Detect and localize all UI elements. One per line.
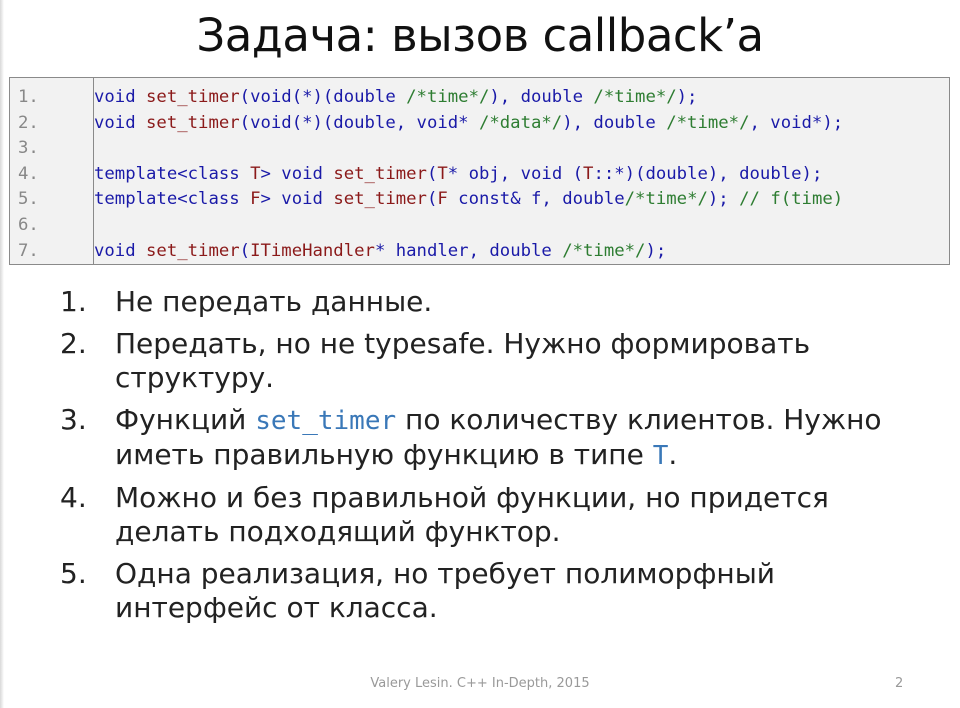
code-token: ), double [489,87,594,107]
code-token: * obj, void ( [447,163,584,184]
code-token: template<class [94,189,251,210]
line-number: 3. [18,138,39,159]
list-number: 2. [60,327,87,360]
code-token: ); [707,189,740,210]
code-line: 2. void set_timer(void(*)(double, void* /… [10,111,949,136]
code-text: template<class T> void set_timer(T* obj,… [94,162,822,187]
page-number: 2 [895,676,904,691]
code-token: ); [645,240,667,261]
code-token: , void*); [749,112,844,133]
code-token: F [437,189,448,210]
code-token: T [437,163,448,184]
code-token: void [94,112,147,133]
code-token: /*time*/ [666,112,750,133]
code-line: 1. void set_timer(void(*)(double /*time*/… [10,85,949,110]
code-token: ::*)(double), double); [593,163,823,184]
code-token: (void(*)(double, void* [239,112,479,133]
line-number: 1. [18,87,39,107]
code-line: 6. [10,213,949,238]
code-token: void [94,240,147,261]
code-token: T [250,163,261,184]
line-number: 2. [18,112,39,133]
list-item: 5. Одна реализация, но требует полиморфн… [60,557,940,625]
line-number: 7. [18,240,39,261]
code-line: 3. [10,136,949,161]
code-token: * handler, double [374,240,563,261]
code-token: /*time*/ [624,189,708,210]
code-token: /*time*/ [593,87,677,107]
code-token: ( [426,163,438,184]
code-text: void set_timer(void(*)(double, void* /*d… [94,111,843,136]
list-text: Передать, но не typesafe. Нужно формиров… [115,327,811,394]
code-token: /*time*/ [406,87,490,107]
list-item: 4. Можно и без правильной функции, но пр… [60,481,940,549]
code-token: const& f, double [447,189,625,210]
code-text: void set_timer(void(*)(double /*time*/),… [94,85,697,110]
code-text: void set_timer(ITimeHandler* handler, do… [94,239,666,264]
list-number: 5. [60,557,87,590]
code-line: 5. template<class F> void set_timer(F con… [10,187,949,212]
code-token: ), double [562,112,667,133]
code-token: void [94,87,147,107]
code-token: set_timer [146,112,240,133]
code-token: template<class [94,163,251,184]
code-token: ( [426,189,438,210]
list-number: 1. [60,285,87,318]
code-token: set_timer [146,240,240,261]
code-token: F [250,189,261,210]
code-token: > void [260,189,334,210]
code-token: set_timer [333,163,427,184]
list-item: 3. Функций set_timer по количеству клиен… [60,403,940,473]
code-token: set_timer [333,189,427,210]
list-text-part: Функций [115,403,256,436]
code-line: 4. template<class T> void set_timer(T* ob… [10,162,949,187]
code-token: ); [676,87,698,107]
list-text-part: . [668,438,678,471]
footer-text: Valery Lesin. C++ In-Depth, 2015 [370,676,590,691]
line-number: 5. [18,189,39,210]
list-text: Не передать данные. [115,285,433,318]
slide-title: Задача: вызов callback’a [196,9,764,62]
list-text: Функций set_timer по количеству клиентов… [115,403,940,473]
code-token: // f(time) [739,189,844,210]
list-text: Можно и без правильной функции, но приде… [115,481,829,548]
inline-code: set_timer [255,406,397,436]
code-text: template<class F> void set_timer(F const… [94,187,843,212]
list-item: 1. Не передать данные. [60,285,940,319]
list-number: 4. [60,481,87,514]
list-number: 3. [60,403,87,436]
code-token: (void(*)(double [239,87,407,107]
code-line: 7. void set_timer(ITimeHandler* handler, … [10,239,949,264]
inline-code: T [652,441,669,471]
code-token: set_timer [146,87,240,107]
code-token: T [583,163,594,184]
line-number: 4. [18,163,39,184]
code-token: /*time*/ [562,240,646,261]
list-item: 2. Передать, но не typesafe. Нужно форми… [60,327,940,395]
slide-left-edge [0,0,4,708]
code-token: ( [239,240,251,261]
line-number: 6. [18,215,39,235]
bullet-list: 1. Не передать данные. 2. Передать, но н… [60,285,940,633]
code-token: ITimeHandler [250,240,375,261]
list-text: Одна реализация, но требует полиморфный … [115,557,775,624]
code-token: > void [260,163,334,184]
code-block: 1. void set_timer(void(*)(double /*time*/… [9,77,950,265]
code-token: /*data*/ [478,112,563,133]
